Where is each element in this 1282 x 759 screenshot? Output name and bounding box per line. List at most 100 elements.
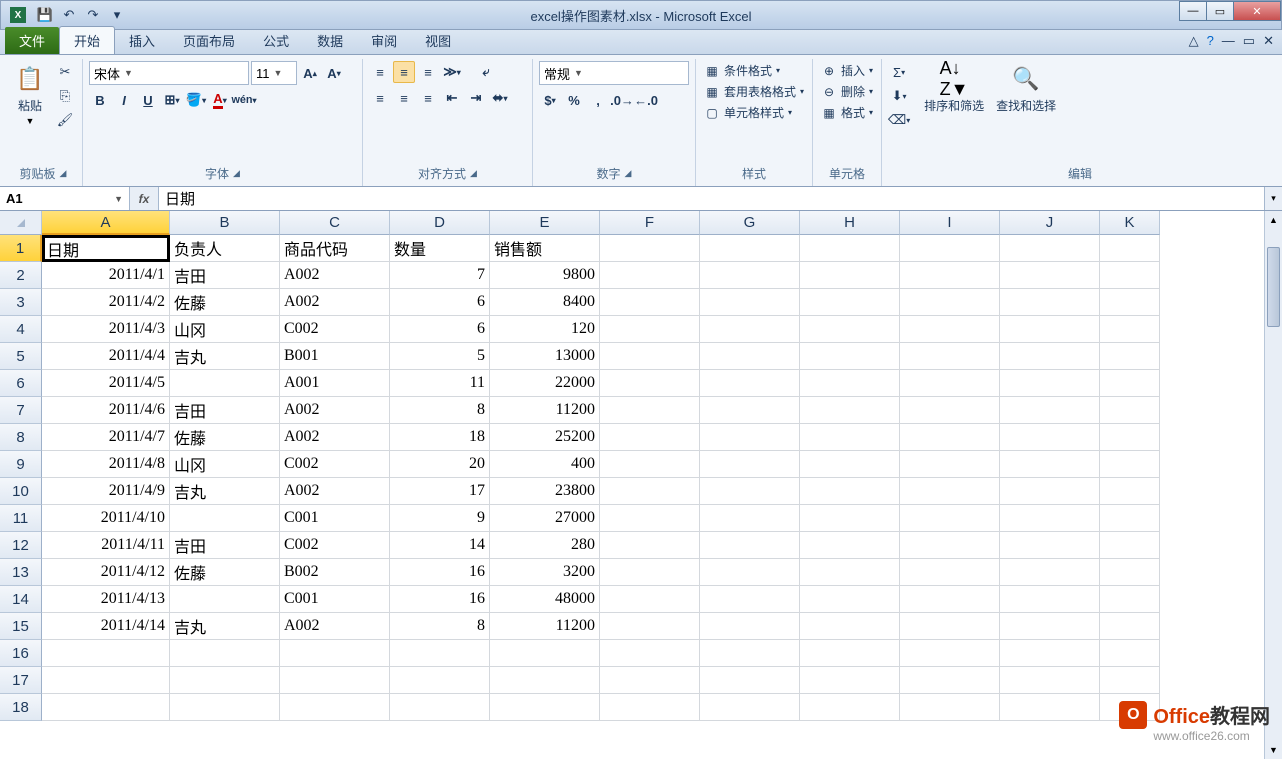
cell[interactable] (900, 478, 1000, 505)
cell[interactable]: C001 (280, 586, 390, 613)
cell[interactable]: 400 (490, 451, 600, 478)
cell[interactable]: 商品代码 (280, 235, 390, 262)
cell[interactable]: 佐藤 (170, 424, 280, 451)
font-size-select[interactable]: 11▼ (251, 61, 297, 85)
cells-area[interactable]: 日期负责人商品代码数量销售额2011/4/1吉田A002798002011/4/… (42, 235, 1160, 721)
cell[interactable] (1100, 235, 1160, 262)
cell[interactable]: 山冈 (170, 451, 280, 478)
cell[interactable] (1100, 289, 1160, 316)
cell[interactable]: 11 (390, 370, 490, 397)
increase-indent-button[interactable]: ⇥ (465, 87, 487, 109)
clear-button[interactable]: ⌫▾ (888, 109, 910, 131)
cell[interactable] (600, 478, 700, 505)
cell[interactable]: 佐藤 (170, 559, 280, 586)
cell[interactable] (1000, 640, 1100, 667)
cell[interactable] (700, 343, 800, 370)
column-header[interactable]: C (280, 211, 390, 235)
cell[interactable] (600, 370, 700, 397)
row-header[interactable]: 9 (0, 451, 42, 478)
cell[interactable]: 山冈 (170, 316, 280, 343)
cell[interactable] (900, 559, 1000, 586)
cell[interactable] (1000, 613, 1100, 640)
cell[interactable] (280, 694, 390, 721)
row-header[interactable]: 16 (0, 640, 42, 667)
cell[interactable]: 2011/4/4 (42, 343, 170, 370)
column-header[interactable]: I (900, 211, 1000, 235)
cell[interactable] (1000, 694, 1100, 721)
cell[interactable] (1000, 370, 1100, 397)
cell[interactable] (1100, 397, 1160, 424)
row-header[interactable]: 4 (0, 316, 42, 343)
cell[interactable] (800, 370, 900, 397)
tab-审阅[interactable]: 审阅 (357, 27, 411, 54)
scroll-up-icon[interactable]: ▲ (1265, 211, 1282, 229)
cell[interactable] (1000, 262, 1100, 289)
cell[interactable] (170, 586, 280, 613)
cell[interactable] (800, 235, 900, 262)
cell[interactable]: 6 (390, 316, 490, 343)
underline-button[interactable]: U (137, 89, 159, 111)
align-center-button[interactable]: ≡ (393, 87, 415, 109)
mdi-minimize-icon[interactable]: — (1222, 33, 1235, 49)
cell[interactable]: 吉田 (170, 397, 280, 424)
column-header[interactable]: E (490, 211, 600, 235)
cell[interactable]: A001 (280, 370, 390, 397)
cell[interactable] (1100, 613, 1160, 640)
tab-插入[interactable]: 插入 (115, 27, 169, 54)
cell[interactable] (1000, 586, 1100, 613)
cell[interactable] (900, 262, 1000, 289)
cell[interactable] (1100, 316, 1160, 343)
cell[interactable]: 2011/4/10 (42, 505, 170, 532)
help-icon[interactable]: ? (1207, 33, 1214, 49)
cell[interactable] (700, 397, 800, 424)
orientation-button[interactable]: ≫▾ (441, 61, 463, 83)
row-header[interactable]: 14 (0, 586, 42, 613)
font-launcher-icon[interactable]: ◢ (233, 168, 240, 179)
vertical-scrollbar[interactable]: ▲ ▼ (1264, 211, 1282, 759)
cell[interactable] (1000, 343, 1100, 370)
row-header[interactable]: 17 (0, 667, 42, 694)
cell[interactable] (700, 235, 800, 262)
cell[interactable] (900, 694, 1000, 721)
cell[interactable] (1000, 316, 1100, 343)
cell[interactable] (600, 559, 700, 586)
cell[interactable] (1000, 667, 1100, 694)
fill-button[interactable]: ⬇▾ (888, 85, 910, 107)
number-launcher-icon[interactable]: ◢ (625, 168, 632, 179)
cell[interactable] (170, 667, 280, 694)
cell[interactable] (1100, 424, 1160, 451)
cell[interactable] (600, 397, 700, 424)
cell[interactable] (900, 235, 1000, 262)
cell[interactable] (800, 343, 900, 370)
cell[interactable] (170, 370, 280, 397)
cell[interactable] (900, 343, 1000, 370)
cell[interactable]: 17 (390, 478, 490, 505)
mdi-close-icon[interactable]: ✕ (1263, 33, 1274, 49)
maximize-button[interactable]: ▭ (1206, 1, 1234, 21)
cell[interactable] (900, 451, 1000, 478)
cell[interactable]: 8400 (490, 289, 600, 316)
cell[interactable]: A002 (280, 613, 390, 640)
cell[interactable] (900, 370, 1000, 397)
fill-color-button[interactable]: 🪣▾ (185, 89, 207, 111)
cell-styles-button[interactable]: ▢单元格样式▾ (702, 103, 806, 122)
cell[interactable] (42, 667, 170, 694)
format-as-table-button[interactable]: ▦套用表格格式▾ (702, 82, 806, 101)
cell[interactable]: 吉丸 (170, 343, 280, 370)
cell[interactable]: 2011/4/11 (42, 532, 170, 559)
cell[interactable]: 6 (390, 289, 490, 316)
wrap-text-button[interactable]: ⤶ (475, 61, 497, 83)
cell[interactable]: 27000 (490, 505, 600, 532)
save-button[interactable]: 💾 (34, 4, 56, 26)
cell[interactable] (900, 613, 1000, 640)
font-name-select[interactable]: 宋体▼ (89, 61, 249, 85)
cell[interactable] (1000, 451, 1100, 478)
cell[interactable]: 2011/4/1 (42, 262, 170, 289)
cell[interactable] (600, 613, 700, 640)
cell[interactable] (800, 613, 900, 640)
cell[interactable] (1100, 262, 1160, 289)
cell[interactable]: 2011/4/5 (42, 370, 170, 397)
cell[interactable] (170, 694, 280, 721)
mdi-restore-icon[interactable]: ▭ (1243, 33, 1255, 49)
cell[interactable]: 16 (390, 586, 490, 613)
